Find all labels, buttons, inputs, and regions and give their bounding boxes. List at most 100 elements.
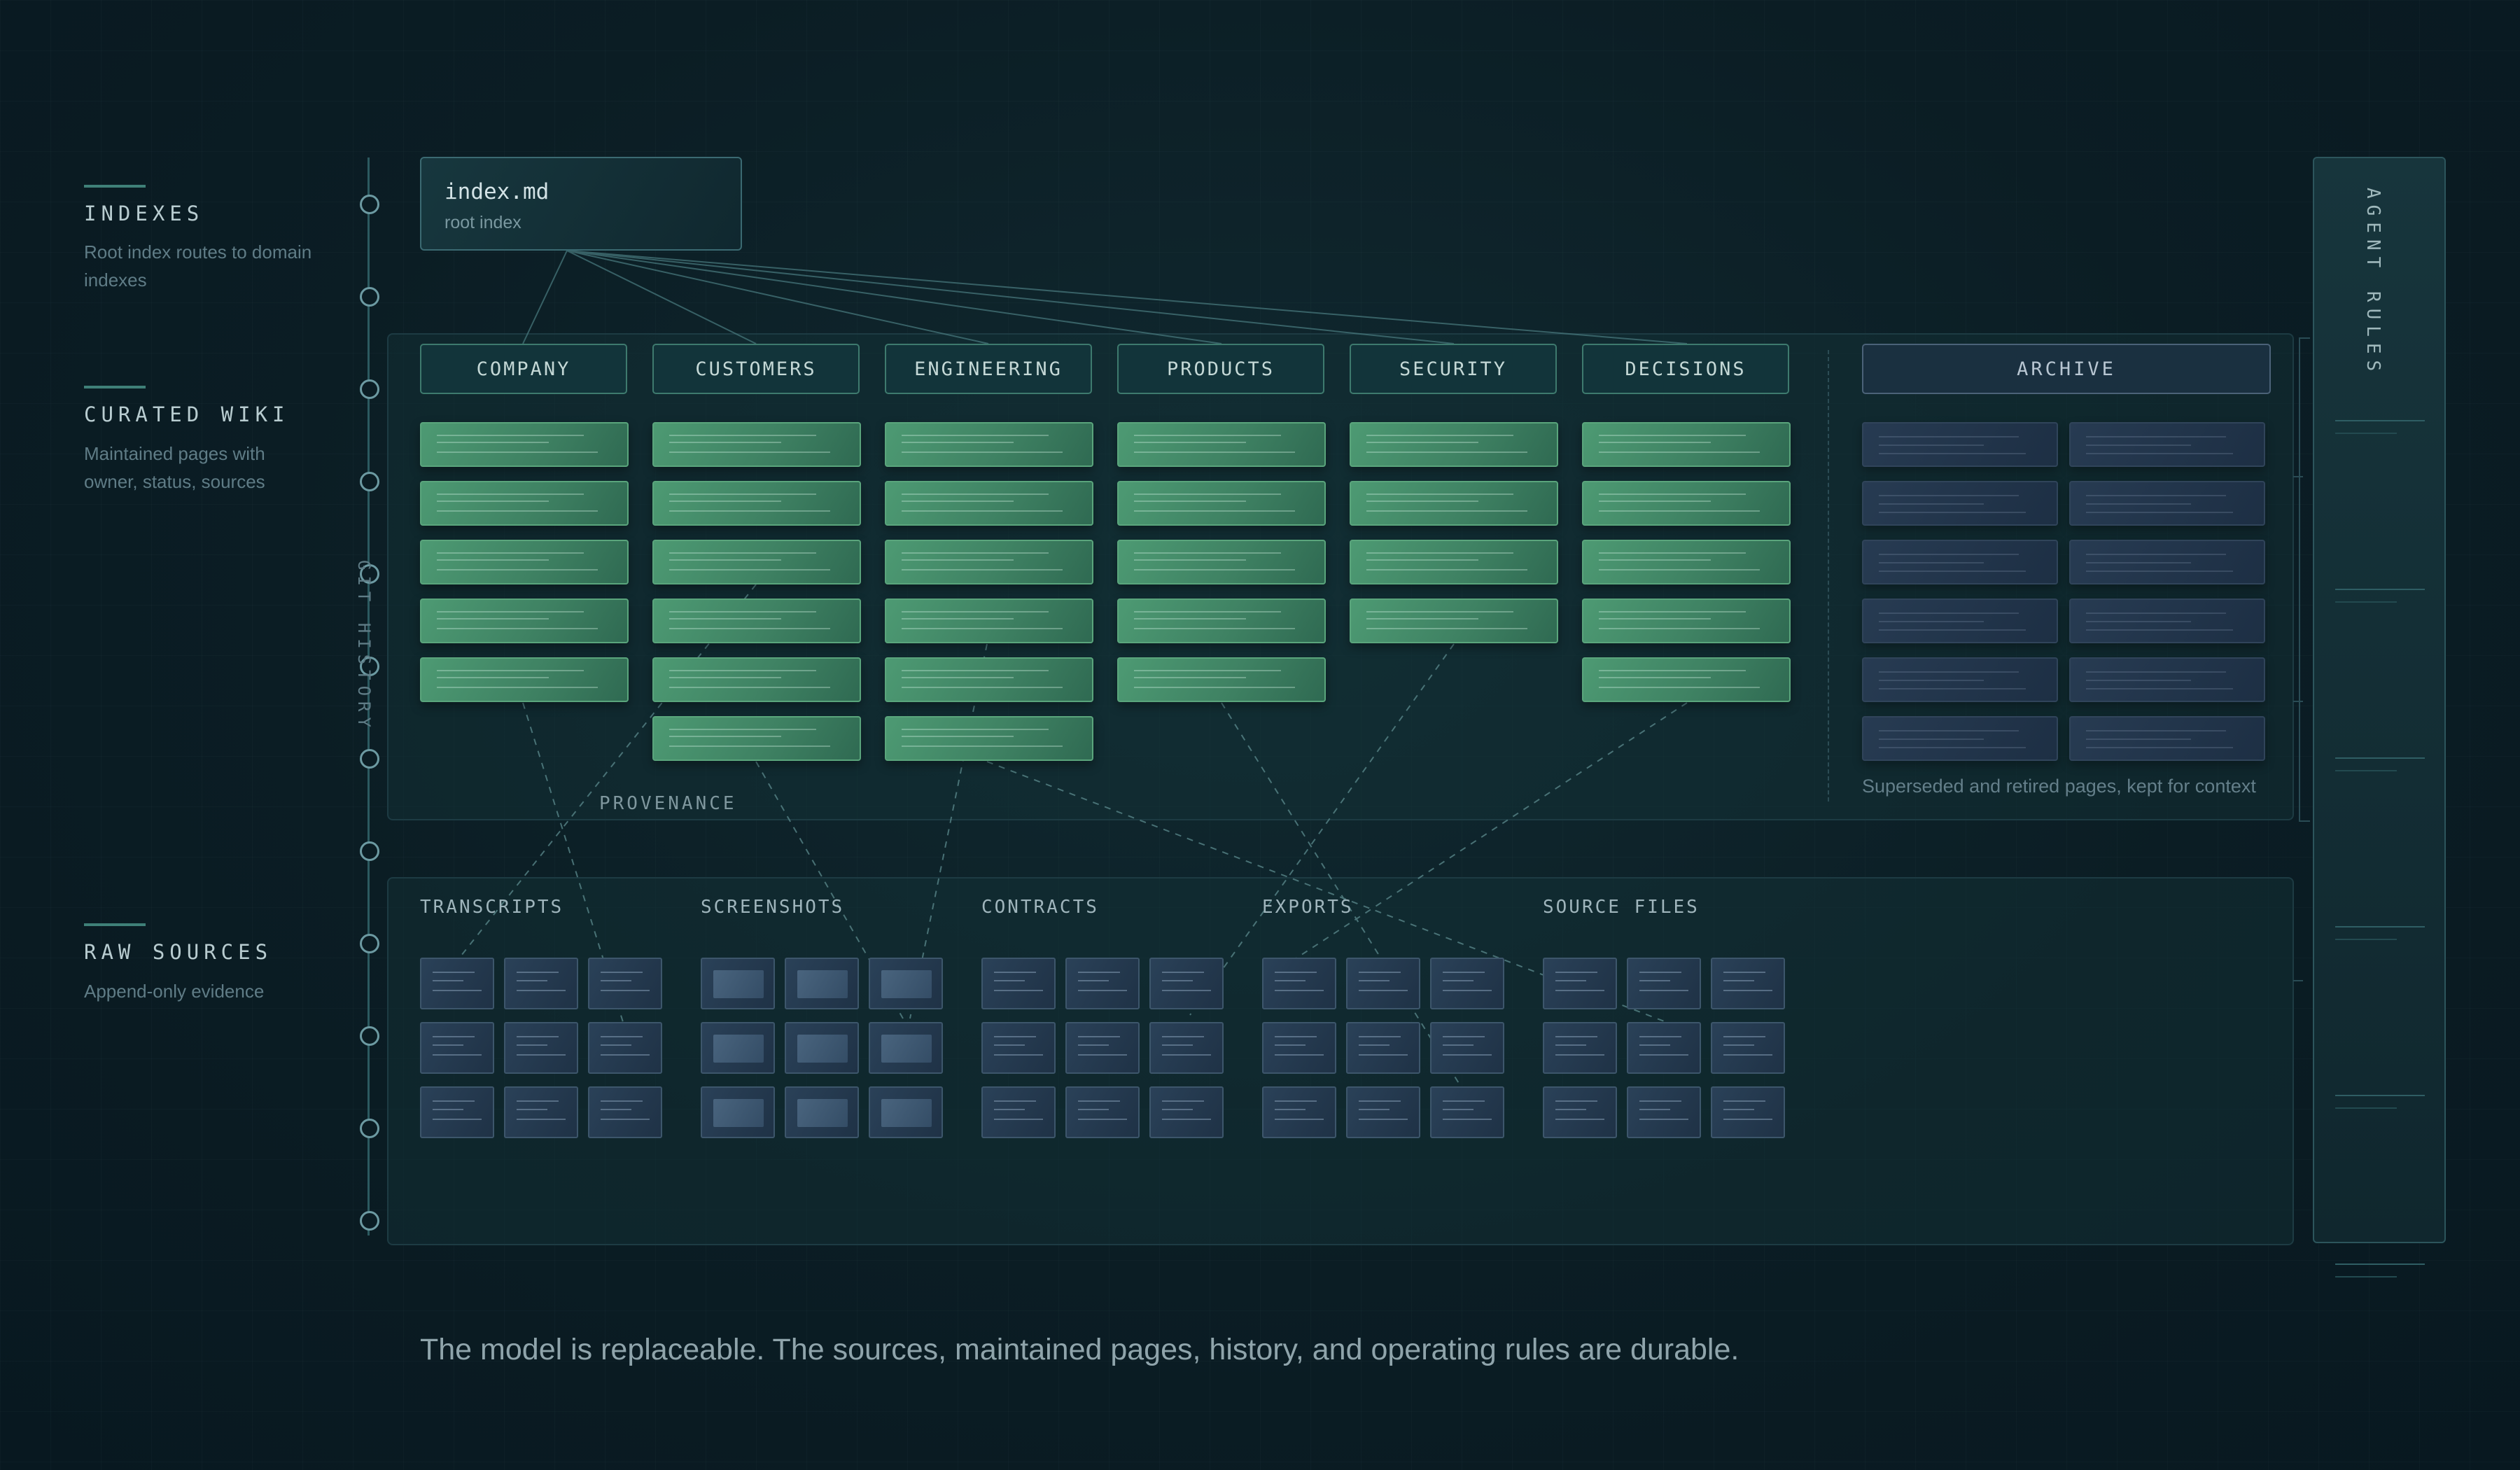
- source-file[interactable]: [1346, 958, 1420, 1009]
- source-file[interactable]: [1627, 1086, 1701, 1138]
- screenshot-file[interactable]: [785, 1022, 859, 1074]
- domain-header-security[interactable]: SECURITY: [1350, 344, 1557, 394]
- wiki-page[interactable]: [885, 716, 1093, 761]
- archive-page[interactable]: [1862, 716, 2058, 761]
- archive-page[interactable]: [1862, 657, 2058, 702]
- source-file[interactable]: [1065, 1022, 1140, 1074]
- archive-page[interactable]: [2069, 540, 2265, 584]
- archive-page[interactable]: [1862, 598, 2058, 643]
- wiki-page[interactable]: [885, 540, 1093, 584]
- wiki-page[interactable]: [1582, 481, 1791, 526]
- source-file[interactable]: [504, 958, 578, 1009]
- screenshot-file[interactable]: [785, 958, 859, 1009]
- wiki-page[interactable]: [420, 422, 629, 467]
- wiki-page[interactable]: [1117, 598, 1326, 643]
- archive-page[interactable]: [2069, 481, 2265, 526]
- source-file[interactable]: [1149, 1022, 1224, 1074]
- archive-page[interactable]: [2069, 716, 2265, 761]
- wiki-page[interactable]: [420, 598, 629, 643]
- wiki-page[interactable]: [1117, 657, 1326, 702]
- wiki-page[interactable]: [652, 598, 861, 643]
- source-file[interactable]: [1543, 1086, 1617, 1138]
- source-file[interactable]: [1149, 1086, 1224, 1138]
- wiki-page[interactable]: [1582, 657, 1791, 702]
- source-file[interactable]: [1346, 1086, 1420, 1138]
- source-file[interactable]: [588, 958, 662, 1009]
- domain-header-customers[interactable]: CUSTOMERS: [652, 344, 860, 394]
- wiki-page[interactable]: [1117, 481, 1326, 526]
- wiki-page[interactable]: [885, 422, 1093, 467]
- source-file-text-line: [1639, 990, 1688, 991]
- wiki-page[interactable]: [420, 481, 629, 526]
- screenshot-file[interactable]: [701, 1086, 775, 1138]
- wiki-page[interactable]: [652, 716, 861, 761]
- source-file[interactable]: [504, 1086, 578, 1138]
- archive-header[interactable]: ARCHIVE: [1862, 344, 2271, 394]
- wiki-page[interactable]: [1582, 422, 1791, 467]
- source-file[interactable]: [1627, 1022, 1701, 1074]
- source-file[interactable]: [504, 1022, 578, 1074]
- wiki-page[interactable]: [885, 481, 1093, 526]
- source-file[interactable]: [1543, 1022, 1617, 1074]
- screenshot-file[interactable]: [785, 1086, 859, 1138]
- source-file[interactable]: [981, 1086, 1056, 1138]
- domain-header-decisions[interactable]: DECISIONS: [1582, 344, 1789, 394]
- source-file[interactable]: [1430, 958, 1504, 1009]
- source-file[interactable]: [1430, 1022, 1504, 1074]
- wiki-page[interactable]: [1350, 540, 1558, 584]
- wiki-page[interactable]: [1117, 540, 1326, 584]
- source-file[interactable]: [1262, 1022, 1336, 1074]
- wiki-page[interactable]: [1582, 540, 1791, 584]
- wiki-page[interactable]: [1117, 422, 1326, 467]
- archive-page[interactable]: [2069, 657, 2265, 702]
- archive-page[interactable]: [1862, 540, 2058, 584]
- archive-page[interactable]: [1862, 481, 2058, 526]
- wiki-page[interactable]: [1582, 598, 1791, 643]
- wiki-page[interactable]: [420, 540, 629, 584]
- source-file[interactable]: [981, 1022, 1056, 1074]
- source-file[interactable]: [1262, 1086, 1336, 1138]
- source-file[interactable]: [420, 1022, 494, 1074]
- source-file-text-line: [1275, 1109, 1306, 1110]
- domain-header-products[interactable]: PRODUCTS: [1117, 344, 1324, 394]
- wiki-page[interactable]: [652, 422, 861, 467]
- wiki-page[interactable]: [1350, 598, 1558, 643]
- screenshot-file[interactable]: [701, 958, 775, 1009]
- wiki-page[interactable]: [652, 481, 861, 526]
- source-file[interactable]: [1262, 958, 1336, 1009]
- archive-page[interactable]: [2069, 422, 2265, 467]
- source-file[interactable]: [1065, 958, 1140, 1009]
- wiki-page[interactable]: [885, 657, 1093, 702]
- source-file[interactable]: [981, 958, 1056, 1009]
- wiki-page[interactable]: [652, 657, 861, 702]
- source-file[interactable]: [1711, 1022, 1785, 1074]
- archive-page[interactable]: [2069, 598, 2265, 643]
- screenshot-file[interactable]: [869, 1022, 943, 1074]
- source-file[interactable]: [588, 1022, 662, 1074]
- wiki-page[interactable]: [1350, 481, 1558, 526]
- source-file[interactable]: [1543, 958, 1617, 1009]
- source-file[interactable]: [1430, 1086, 1504, 1138]
- domain-header-engineering[interactable]: ENGINEERING: [885, 344, 1092, 394]
- root-index-card[interactable]: index.md root index: [420, 157, 742, 251]
- wiki-page[interactable]: [652, 540, 861, 584]
- source-file[interactable]: [1627, 958, 1701, 1009]
- wiki-page-text-line: [669, 628, 830, 629]
- screenshot-file[interactable]: [869, 1086, 943, 1138]
- wiki-page[interactable]: [420, 657, 629, 702]
- source-file[interactable]: [1711, 1086, 1785, 1138]
- wiki-page-text-line: [1134, 687, 1295, 688]
- source-file[interactable]: [1346, 1022, 1420, 1074]
- source-file[interactable]: [1065, 1086, 1140, 1138]
- archive-page[interactable]: [1862, 422, 2058, 467]
- screenshot-file[interactable]: [869, 958, 943, 1009]
- source-file[interactable]: [1149, 958, 1224, 1009]
- wiki-page[interactable]: [885, 598, 1093, 643]
- source-file[interactable]: [1711, 958, 1785, 1009]
- source-file[interactable]: [420, 958, 494, 1009]
- source-file[interactable]: [420, 1086, 494, 1138]
- source-file[interactable]: [588, 1086, 662, 1138]
- screenshot-file[interactable]: [701, 1022, 775, 1074]
- domain-header-company[interactable]: COMPANY: [420, 344, 627, 394]
- wiki-page[interactable]: [1350, 422, 1558, 467]
